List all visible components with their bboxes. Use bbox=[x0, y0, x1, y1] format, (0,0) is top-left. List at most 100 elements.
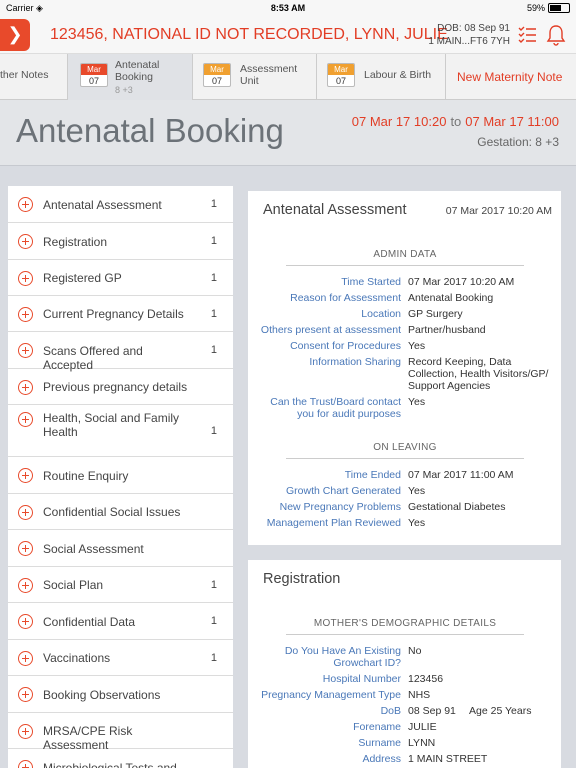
field-label: DoB bbox=[380, 705, 401, 717]
start-date: 07 Mar 17 10:20 bbox=[351, 114, 447, 129]
field-value: Yes bbox=[408, 517, 426, 529]
patient-header: ❯ 123456, NATIONAL ID NOT RECORDED, LYNN… bbox=[0, 18, 576, 54]
section-item[interactable]: Antenatal Assessment 1 bbox=[8, 186, 233, 223]
section-item[interactable]: Social Assessment bbox=[8, 530, 233, 567]
tab-labour-birth[interactable]: Mar 07 Labour & Birth bbox=[317, 54, 446, 100]
calendar-icon: Mar 07 bbox=[203, 63, 231, 87]
add-circle-icon[interactable] bbox=[18, 468, 33, 483]
field-label: Address bbox=[362, 753, 401, 765]
status-bar: Carrier ◈ 8:53 AM 59% bbox=[0, 0, 576, 18]
back-button[interactable]: ❯ bbox=[0, 19, 30, 51]
section-label: Microbiological Tests and bbox=[43, 760, 177, 768]
patient-dob: DOB: 08 Sep 91 bbox=[437, 23, 510, 34]
on-leaving-heading: ON LEAVING bbox=[286, 442, 524, 459]
section-label: Current Pregnancy Details bbox=[43, 307, 184, 321]
section-item[interactable]: Routine Enquiry bbox=[8, 457, 233, 494]
add-circle-icon[interactable] bbox=[18, 723, 33, 739]
field-value: Yes bbox=[408, 340, 426, 352]
clock: 8:53 AM bbox=[270, 3, 306, 13]
section-label: Previous pregnancy details bbox=[43, 380, 188, 394]
field-label: Location bbox=[361, 308, 401, 320]
checklist-icon[interactable] bbox=[517, 24, 537, 46]
tab-label: Antenatal Booking bbox=[115, 59, 160, 83]
section-item[interactable]: Scans Offered and Accepted 1 bbox=[8, 332, 233, 372]
add-circle-icon[interactable] bbox=[18, 197, 33, 212]
section-item[interactable]: Current Pregnancy Details 1 bbox=[8, 296, 233, 332]
calendar-month: Mar bbox=[204, 64, 230, 75]
add-circle-icon[interactable] bbox=[18, 614, 33, 629]
add-circle-icon[interactable] bbox=[18, 270, 33, 286]
section-item[interactable]: Microbiological Tests and bbox=[8, 749, 233, 768]
add-circle-icon[interactable] bbox=[18, 577, 33, 593]
section-label: Social Plan bbox=[43, 578, 104, 592]
patient-title: 123456, NATIONAL ID NOT RECORDED, LYNN, … bbox=[50, 26, 448, 43]
field-value: Record Keeping, Data Collection, Health … bbox=[408, 356, 549, 392]
section-item[interactable]: Confidential Social Issues bbox=[8, 494, 233, 530]
add-circle-icon[interactable] bbox=[18, 343, 33, 358]
section-item[interactable]: MRSA/CPE Risk Assessment bbox=[8, 713, 233, 752]
field-label: Surname bbox=[358, 737, 401, 749]
notes-tabs: ther Notes Mar 07 Antenatal Booking 8 +3… bbox=[0, 54, 576, 100]
add-circle-icon[interactable] bbox=[18, 541, 33, 556]
calendar-icon: Mar 07 bbox=[327, 63, 355, 87]
battery-level bbox=[550, 5, 561, 11]
section-item[interactable]: Health, Social and Family Health 1 bbox=[8, 405, 233, 457]
field-label: Others present at assessment bbox=[260, 324, 401, 336]
calendar-day: 07 bbox=[88, 76, 99, 86]
field-value: Yes bbox=[408, 396, 426, 408]
section-count: 1 bbox=[210, 578, 217, 591]
section-label: Booking Observations bbox=[43, 687, 161, 702]
field-value: No bbox=[408, 645, 422, 657]
field-value: Partner/husband bbox=[408, 324, 486, 336]
bell-icon[interactable] bbox=[546, 24, 566, 46]
add-circle-icon[interactable] bbox=[18, 504, 33, 520]
field-label: Hospital Number bbox=[322, 673, 401, 685]
field-value: Yes bbox=[408, 485, 426, 497]
tab-antenatal-booking[interactable]: Mar 07 Antenatal Booking 8 +3 bbox=[68, 54, 193, 100]
section-item[interactable]: Previous pregnancy details bbox=[8, 369, 233, 405]
calendar-month: Mar bbox=[328, 64, 354, 75]
section-item[interactable]: Registered GP 1 bbox=[8, 260, 233, 296]
section-count: 1 bbox=[210, 307, 217, 320]
add-circle-icon[interactable] bbox=[18, 234, 33, 249]
section-count: 1 bbox=[210, 271, 217, 284]
section-count: 1 bbox=[210, 615, 217, 627]
new-maternity-note-button[interactable]: New Maternity Note bbox=[446, 54, 576, 100]
field-value-secondary: Age 25 Years bbox=[469, 705, 532, 717]
admin-data-heading: ADMIN DATA bbox=[286, 249, 524, 266]
tab-assessment-unit[interactable]: Mar 07 Assessment Unit bbox=[193, 54, 317, 100]
section-label: Vaccinations bbox=[43, 651, 111, 665]
section-item[interactable]: Confidential Data 1 bbox=[8, 603, 233, 640]
add-circle-icon[interactable] bbox=[18, 760, 33, 768]
section-label: Confidential Social Issues bbox=[43, 505, 181, 519]
field-value: 1 MAIN STREET bbox=[408, 753, 488, 765]
field-value: GP Surgery bbox=[408, 308, 463, 320]
add-circle-icon[interactable] bbox=[18, 379, 33, 395]
section-label: Confidential Data bbox=[43, 614, 136, 629]
tab-label: Assessment Unit bbox=[240, 63, 298, 87]
field-label: Growth Chart Generated bbox=[286, 485, 401, 497]
add-circle-icon[interactable] bbox=[18, 412, 33, 427]
section-item[interactable]: Social Plan 1 bbox=[8, 567, 233, 603]
add-circle-icon[interactable] bbox=[18, 687, 33, 702]
field-value: LYNN bbox=[408, 737, 436, 749]
section-label: MRSA/CPE Risk Assessment bbox=[43, 724, 133, 752]
add-circle-icon[interactable] bbox=[18, 650, 33, 666]
section-list: Antenatal Assessment 1 Registration 1 Regist… bbox=[8, 186, 233, 768]
tab-other-notes[interactable]: ther Notes bbox=[0, 54, 68, 100]
add-circle-icon[interactable] bbox=[18, 306, 33, 322]
field-value: Antenatal Booking bbox=[408, 292, 494, 304]
section-item[interactable]: Vaccinations 1 bbox=[8, 640, 233, 676]
tab-label: Labour & Birth bbox=[364, 69, 432, 81]
demographics-heading: MOTHER'S DEMOGRAPHIC DETAILS bbox=[286, 618, 524, 635]
field-label: Pregnancy Management Type bbox=[261, 689, 401, 701]
date-separator: to bbox=[450, 114, 462, 129]
field-label: New Pregnancy Problems bbox=[279, 501, 401, 513]
field-label: Do You Have An Existing Growchart ID? bbox=[284, 645, 401, 669]
card-title: Registration bbox=[263, 571, 341, 587]
section-item[interactable]: Registration 1 bbox=[8, 223, 233, 260]
field-label: Information Sharing bbox=[309, 356, 401, 368]
calendar-day: 07 bbox=[211, 76, 222, 86]
section-item[interactable]: Booking Observations bbox=[8, 676, 233, 713]
tab-label: ther Notes bbox=[0, 69, 49, 81]
